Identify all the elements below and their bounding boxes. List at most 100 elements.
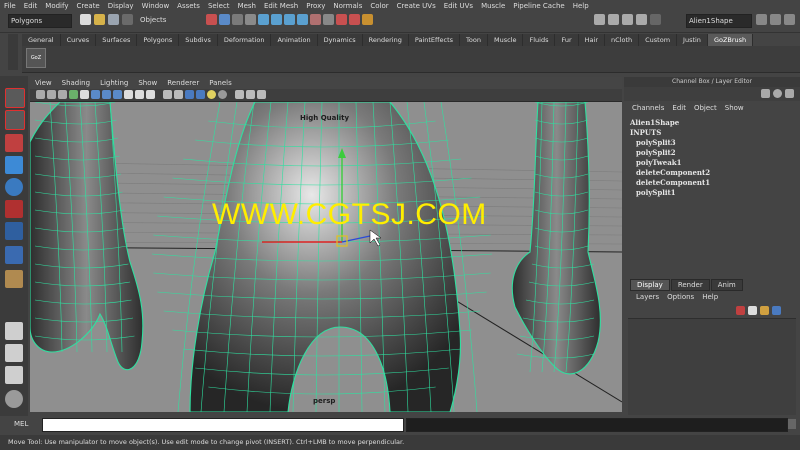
safe-title-icon[interactable] (146, 90, 155, 99)
panel-menu-show[interactable]: Show (133, 79, 162, 87)
menu-create-uvs[interactable]: Create UVs (393, 2, 440, 10)
channel-box-inputs-label[interactable]: INPUTS (630, 128, 661, 137)
channel-menu-channels[interactable]: Channels (628, 104, 668, 112)
menu-select[interactable]: Select (204, 2, 234, 10)
select-tool-icon[interactable] (5, 88, 25, 108)
goz-button[interactable]: GoZ (26, 48, 46, 68)
show-tool-settings-icon[interactable] (770, 14, 781, 25)
input-node[interactable]: polySplit3 (636, 138, 676, 147)
panel-menu-shading[interactable]: Shading (57, 79, 95, 87)
isolate-select-icon[interactable] (246, 90, 255, 99)
shelf-tab-polygons[interactable]: Polygons (137, 34, 180, 46)
menu-muscle[interactable]: Muscle (477, 2, 509, 10)
menu-normals[interactable]: Normals (329, 2, 366, 10)
field-chart-icon[interactable] (124, 90, 133, 99)
shelf-tab-fluids[interactable]: Fluids (523, 34, 556, 46)
menu-edit-mesh[interactable]: Edit Mesh (260, 2, 302, 10)
script-editor-button[interactable] (788, 419, 796, 429)
layer-menu-help[interactable]: Help (698, 293, 722, 301)
layer-tab-anim[interactable]: Anim (710, 279, 743, 291)
shelf-tab-animation[interactable]: Animation (271, 34, 318, 46)
camera-attributes-icon[interactable] (47, 90, 56, 99)
shelf-tab-dynamics[interactable]: Dynamics (317, 34, 363, 46)
shelf-tab-surfaces[interactable]: Surfaces (96, 34, 138, 46)
menu-assets[interactable]: Assets (173, 2, 204, 10)
input-icon[interactable] (349, 14, 360, 25)
input-field-mode-icon[interactable] (650, 14, 661, 25)
help-icon[interactable] (785, 89, 794, 98)
shelf-tab-general[interactable]: General (22, 34, 61, 46)
shelf-tab-gozbrush[interactable]: GoZBrush (707, 34, 754, 46)
last-tool-icon[interactable] (5, 270, 23, 288)
menu-edit[interactable]: Edit (20, 2, 42, 10)
layer-list[interactable] (628, 318, 796, 415)
snap-point-icon[interactable] (284, 14, 295, 25)
render-ipr-icon[interactable] (608, 14, 619, 25)
shelf-tab-custom[interactable]: Custom (639, 34, 678, 46)
shelf-tab-toon[interactable]: Toon (460, 34, 488, 46)
lasso-tool-icon[interactable] (5, 110, 25, 130)
quick-rename-field[interactable]: Alien1Shape (686, 14, 752, 28)
shelf-tab-hair[interactable]: Hair (578, 34, 606, 46)
live-surface-icon[interactable] (310, 14, 321, 25)
channel-menu-edit[interactable]: Edit (668, 104, 690, 112)
soft-mod-tool-icon[interactable] (5, 246, 23, 264)
camera-select-icon[interactable] (36, 90, 45, 99)
smooth-shade-icon[interactable] (174, 90, 183, 99)
render-frame-icon[interactable] (594, 14, 605, 25)
menu-set-select[interactable]: Polygons (8, 14, 72, 28)
layer-editor-icon[interactable] (773, 89, 782, 98)
render-settings-icon[interactable] (622, 14, 633, 25)
menu-display[interactable]: Display (104, 2, 138, 10)
channel-box-object-name[interactable]: Alien1Shape (630, 118, 679, 127)
input-node[interactable]: polyTweak1 (636, 158, 681, 167)
panel-menu-panels[interactable]: Panels (204, 79, 237, 87)
new-layer-selected-icon[interactable] (748, 306, 757, 315)
select-by-hierarchy-icon[interactable] (206, 14, 217, 25)
menu-help[interactable]: Help (569, 2, 593, 10)
input-node[interactable]: deleteComponent2 (636, 168, 710, 177)
wireframe-icon[interactable] (163, 90, 172, 99)
menu-modify[interactable]: Modify (41, 2, 72, 10)
scale-tool-icon[interactable] (5, 200, 23, 218)
history-icon-2[interactable] (336, 14, 347, 25)
show-attribute-editor-icon[interactable] (756, 14, 767, 25)
hypershade-icon[interactable] (636, 14, 647, 25)
textured-icon[interactable] (196, 90, 205, 99)
shelf-tab-painteffects[interactable]: PaintEffects (408, 34, 461, 46)
select-by-object-icon[interactable] (219, 14, 230, 25)
layer-tab-display[interactable]: Display (630, 279, 670, 291)
wireframe-on-shaded-icon[interactable] (185, 90, 194, 99)
channel-box-icon[interactable] (761, 89, 770, 98)
output-icon[interactable] (362, 14, 373, 25)
grid-toggle-icon[interactable] (80, 90, 89, 99)
snap-grid-icon[interactable] (258, 14, 269, 25)
snap-plane-icon[interactable] (297, 14, 308, 25)
shadows-icon[interactable] (218, 90, 227, 99)
image-plane-icon[interactable] (69, 90, 78, 99)
shelf-tab-curves[interactable]: Curves (60, 34, 97, 46)
input-node[interactable]: polySplit1 (636, 188, 676, 197)
script-editor-icon[interactable] (5, 390, 23, 408)
lock-icon[interactable] (245, 14, 256, 25)
manipulator-tool-icon[interactable] (5, 222, 23, 240)
menu-mesh[interactable]: Mesh (234, 2, 260, 10)
menu-file[interactable]: File (0, 2, 20, 10)
panel-menu-view[interactable]: View (30, 79, 57, 87)
shelf-tab-rendering[interactable]: Rendering (362, 34, 409, 46)
shelf-tab-ncloth[interactable]: nCloth (605, 34, 640, 46)
layer-menu-options[interactable]: Options (663, 293, 698, 301)
panel-menu-renderer[interactable]: Renderer (162, 79, 204, 87)
bookmark-icon[interactable] (58, 90, 67, 99)
single-pane-layout-icon[interactable] (5, 322, 23, 340)
shelf-tab-fur[interactable]: Fur (555, 34, 579, 46)
resolution-gate-icon[interactable] (102, 90, 111, 99)
menu-color[interactable]: Color (366, 2, 392, 10)
new-scene-icon[interactable] (80, 14, 91, 25)
four-pane-layout-icon[interactable] (5, 344, 23, 362)
input-node[interactable]: polySplit2 (636, 148, 676, 157)
history-icon[interactable] (323, 14, 334, 25)
rotate-tool-icon[interactable] (5, 178, 23, 196)
shelf-tab-subdivs[interactable]: Subdivs (179, 34, 218, 46)
layer-menu-layers[interactable]: Layers (632, 293, 663, 301)
